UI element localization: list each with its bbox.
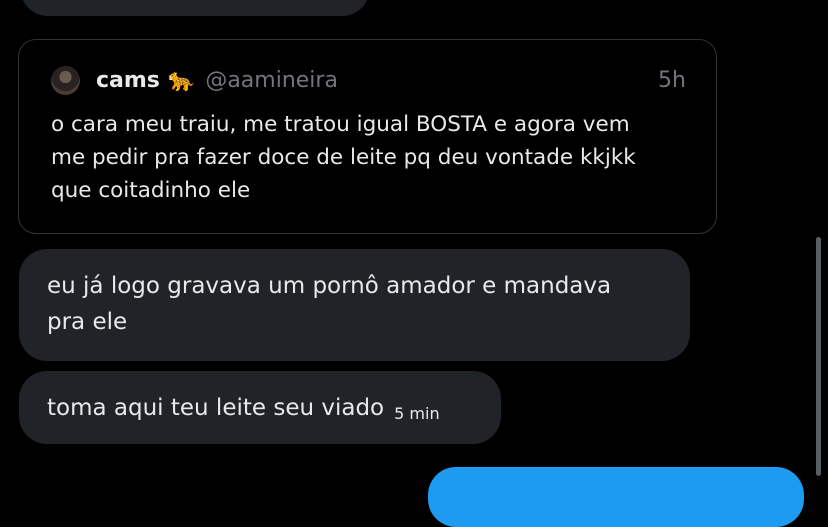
quoted-post-header: cams 🐆 @aamineira 5h bbox=[51, 62, 686, 98]
leopard-emoji-icon: 🐆 bbox=[167, 67, 196, 93]
quoted-post-text-line: me pedir pra fazer doce de leite pq deu … bbox=[51, 145, 636, 170]
quoted-post-card[interactable]: cams 🐆 @aamineira 5h o cara meu traiu, m… bbox=[18, 39, 717, 234]
quoted-post-text-line: o cara meu traiu, me tratou igual BOSTA … bbox=[51, 112, 630, 137]
message-bubble[interactable]: toma aqui teu leite seu viado 5 min bbox=[19, 371, 501, 444]
message-timestamp: 5 min bbox=[394, 404, 440, 423]
sent-message-bubble[interactable] bbox=[428, 467, 804, 527]
avatar[interactable] bbox=[51, 65, 80, 95]
quoted-post-text: o cara meu traiu, me tratou igual BOSTA … bbox=[51, 108, 701, 207]
message-text-line: eu já logo gravava um pornô amador e man… bbox=[47, 273, 612, 299]
quoted-post-text-line: que coitadinho ele bbox=[51, 178, 251, 203]
message-text: toma aqui teu leite seu viado bbox=[47, 395, 385, 421]
user-handle: @aamineira bbox=[205, 67, 338, 93]
message-bubble[interactable]: eu já logo gravava um pornô amador e man… bbox=[19, 249, 690, 361]
display-name: cams bbox=[96, 67, 160, 93]
post-timestamp: 5h bbox=[658, 67, 686, 93]
scrollbar-thumb[interactable] bbox=[816, 237, 821, 476]
message-text-line: pra ele bbox=[47, 309, 128, 335]
previous-message-bubble bbox=[20, 0, 370, 16]
